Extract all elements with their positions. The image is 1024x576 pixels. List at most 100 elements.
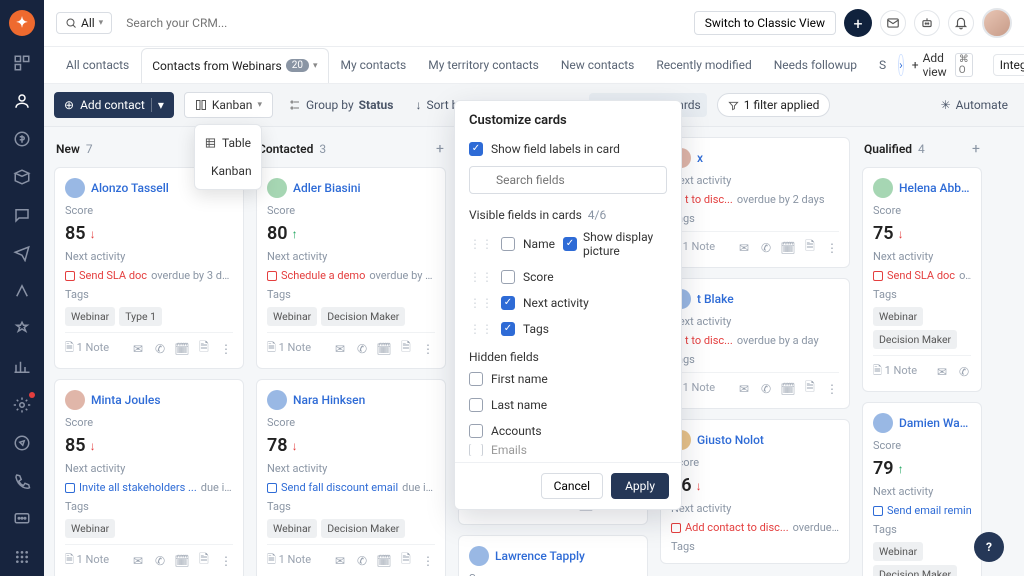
calendar-icon[interactable]: 🗓: [377, 342, 391, 356]
mail-icon[interactable]: ✉: [131, 342, 145, 356]
call-icon[interactable]: ✆: [759, 241, 773, 255]
task-icon[interactable]: 🗎: [399, 554, 413, 568]
contacts-icon[interactable]: [11, 90, 33, 112]
calendar-icon[interactable]: 🗓: [377, 554, 391, 568]
tab-new[interactable]: New contacts: [551, 48, 645, 82]
tabs-scroll-right[interactable]: ›: [898, 54, 904, 76]
calendar-icon[interactable]: 🗓: [781, 241, 795, 255]
integrate-button[interactable]: Integrate: [993, 54, 1024, 76]
visible-field[interactable]: ⋮⋮ Score: [455, 264, 681, 290]
mail-icon[interactable]: ✉: [131, 554, 145, 568]
field-checkbox[interactable]: [501, 296, 515, 310]
tab-recent[interactable]: Recently modified: [646, 48, 761, 82]
mail-icon[interactable]: ✉: [737, 241, 751, 255]
more-icon[interactable]: ⋮: [825, 241, 839, 255]
search-input[interactable]: [120, 10, 686, 36]
notes-count[interactable]: 🗎 1 Note: [267, 551, 311, 570]
user-avatar[interactable]: [982, 8, 1012, 38]
notes-count[interactable]: 🗎 1 Note: [873, 362, 917, 381]
tab-overflow[interactable]: S: [869, 48, 896, 82]
mail-icon[interactable]: [880, 10, 906, 36]
tab-followup[interactable]: Needs followup: [764, 48, 867, 82]
visible-field[interactable]: ⋮⋮ Tags: [455, 316, 681, 342]
contact-card[interactable]: Nara Hinksen Score78↓ Next activity Send…: [256, 379, 446, 576]
hidden-field[interactable]: Last name: [455, 392, 681, 418]
phone-icon[interactable]: [11, 470, 33, 492]
contact-card[interactable]: Giusto Nolot Score76↓ Next activity Add …: [660, 419, 850, 564]
tab-all-contacts[interactable]: All contacts: [56, 48, 139, 82]
mail-icon[interactable]: ✉: [737, 382, 751, 396]
contact-name-link[interactable]: Giusto Nolot: [697, 433, 764, 447]
apply-button[interactable]: Apply: [611, 473, 669, 499]
tab-contacts-webinars[interactable]: Contacts from Webinars 20 ▾: [141, 48, 328, 84]
field-checkbox[interactable]: [469, 372, 483, 386]
switch-classic-button[interactable]: Switch to Classic View: [694, 11, 836, 35]
contact-card[interactable]: Helena Abbott Score75↓ Next activity Sen…: [862, 167, 982, 392]
notes-count[interactable]: 🗎 1 Note: [65, 339, 109, 358]
task-icon[interactable]: 🗎: [803, 241, 817, 255]
journeys-icon[interactable]: [11, 280, 33, 302]
contact-name-link[interactable]: Alonzo Tassell: [91, 181, 169, 195]
tab-territory[interactable]: My territory contacts: [418, 48, 549, 82]
dashboard-icon[interactable]: [11, 52, 33, 74]
automation-icon[interactable]: [11, 318, 33, 340]
task-icon[interactable]: 🗎: [803, 382, 817, 396]
apps-icon[interactable]: [11, 546, 33, 568]
contact-card[interactable]: Lawrence Tapply Score76↓ Next activity S…: [458, 535, 648, 576]
task-icon[interactable]: 🗎: [399, 342, 413, 356]
field-checkbox[interactable]: [501, 322, 515, 336]
calendar-icon[interactable]: 🗓: [175, 554, 189, 568]
call-icon[interactable]: ✆: [957, 365, 971, 379]
group-by-button[interactable]: Group by Status: [283, 93, 399, 117]
contact-name-link[interactable]: t Blake: [697, 292, 734, 306]
bell-icon[interactable]: [948, 10, 974, 36]
more-icon[interactable]: ⋮: [421, 342, 435, 356]
settings-icon[interactable]: [11, 394, 33, 416]
add-view-button[interactable]: + Add view: [906, 47, 953, 83]
chat-icon[interactable]: [11, 204, 33, 226]
contact-card[interactable]: Adler Biasini Score80↑ Next activity Sch…: [256, 167, 446, 369]
call-icon[interactable]: ✆: [759, 382, 773, 396]
notes-count[interactable]: 🗎 1 Note: [65, 551, 109, 570]
view-option-table[interactable]: Table: [195, 129, 261, 157]
display-picture-checkbox[interactable]: [563, 237, 577, 251]
call-icon[interactable]: ✆: [355, 342, 369, 356]
field-checkbox[interactable]: [469, 424, 483, 438]
help-fab[interactable]: ?: [974, 532, 1004, 562]
call-icon[interactable]: ✆: [355, 554, 369, 568]
quick-add-button[interactable]: +: [844, 9, 872, 37]
mail-icon[interactable]: ✉: [333, 554, 347, 568]
calendar-icon[interactable]: 🗓: [175, 342, 189, 356]
visible-field[interactable]: ⋮⋮ Next activity: [455, 290, 681, 316]
search-scope-button[interactable]: All ▾: [56, 12, 112, 34]
contact-card[interactable]: Alonzo Tassell Score85↓ Next activity Se…: [54, 167, 244, 369]
add-card-icon[interactable]: +: [972, 141, 980, 157]
field-checkbox[interactable]: [469, 398, 483, 412]
tab-my-contacts[interactable]: My contacts: [331, 48, 417, 82]
field-checkbox[interactable]: [469, 444, 483, 456]
drag-handle-icon[interactable]: ⋮⋮: [469, 322, 493, 336]
notes-count[interactable]: 🗎 1 Note: [267, 339, 311, 358]
explore-icon[interactable]: [11, 432, 33, 454]
campaigns-icon[interactable]: [11, 242, 33, 264]
freddy-icon[interactable]: [914, 10, 940, 36]
contact-card[interactable]: Minta Joules Score85↓ Next activity Invi…: [54, 379, 244, 576]
cancel-button[interactable]: Cancel: [541, 473, 604, 499]
field-search-input[interactable]: [469, 166, 667, 194]
products-icon[interactable]: [11, 166, 33, 188]
drag-handle-icon[interactable]: ⋮⋮: [469, 270, 493, 284]
field-checkbox[interactable]: [501, 270, 515, 284]
contact-name-link[interactable]: Nara Hinksen: [293, 393, 365, 407]
mail-icon[interactable]: ✉: [935, 365, 949, 379]
contact-name-link[interactable]: Lawrence Tapply: [495, 549, 585, 563]
filter-chip[interactable]: 1 filter applied: [717, 93, 831, 117]
sms-icon[interactable]: [11, 508, 33, 530]
contact-name-link[interactable]: Minta Joules: [91, 393, 161, 407]
field-checkbox[interactable]: [501, 237, 515, 251]
deals-icon[interactable]: [11, 128, 33, 150]
contact-card[interactable]: x Next activity t to disc...overdue by 2…: [660, 137, 850, 268]
view-switcher[interactable]: Kanban ▾: [184, 92, 273, 118]
contact-name-link[interactable]: Damien Walter: [899, 416, 971, 430]
more-icon[interactable]: ⋮: [219, 342, 233, 356]
view-option-kanban[interactable]: Kanban: [195, 157, 261, 185]
